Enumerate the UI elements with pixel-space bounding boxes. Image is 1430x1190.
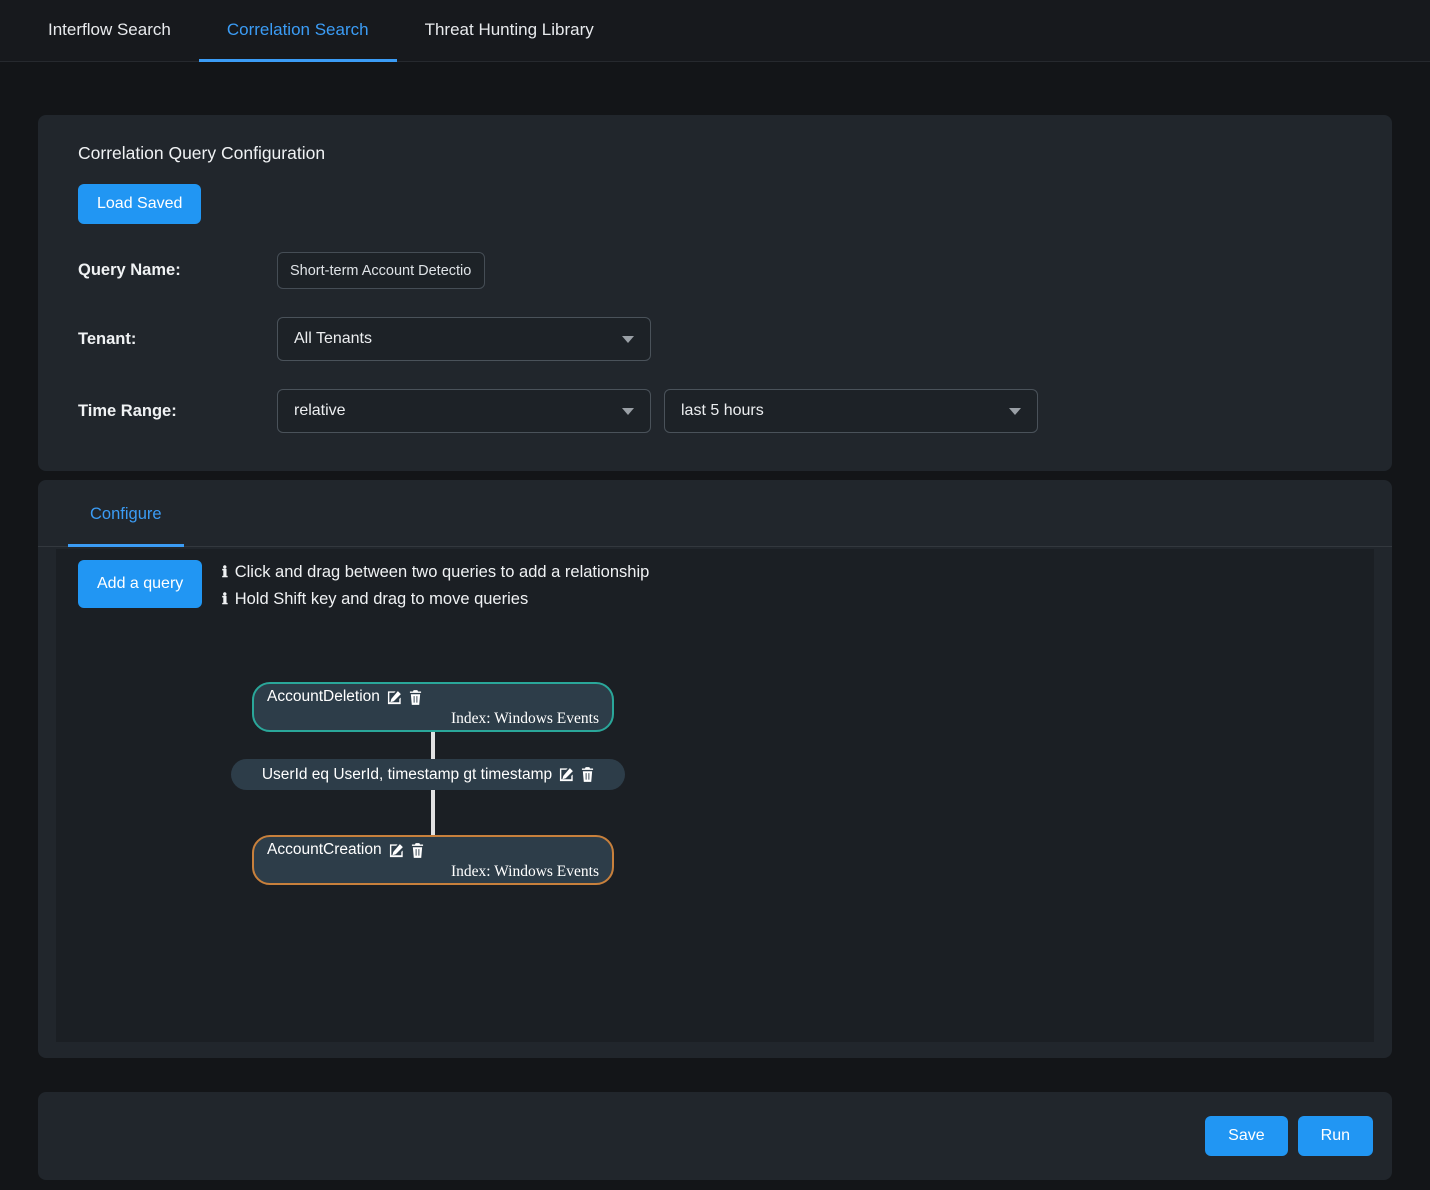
configure-tabrow: Configure: [38, 480, 1392, 547]
query-node-index: Index: Windows Events: [451, 710, 599, 727]
add-query-button[interactable]: Add a query: [78, 560, 202, 608]
time-range-label: Time Range:: [78, 402, 277, 421]
tenant-label: Tenant:: [78, 330, 277, 349]
tab-configure[interactable]: Configure: [68, 480, 184, 547]
trash-icon[interactable]: [409, 690, 422, 705]
relationship-pill[interactable]: UserId eq UserId, timestamp gt timestamp: [231, 759, 625, 790]
query-name-input[interactable]: [277, 252, 485, 289]
footer-actions-panel: Save Run: [38, 1092, 1392, 1180]
edit-icon[interactable]: [559, 767, 574, 782]
tenant-row: Tenant: All Tenants: [78, 317, 1352, 361]
tab-threat-hunting-library[interactable]: Threat Hunting Library: [397, 0, 622, 62]
run-button[interactable]: Run: [1298, 1116, 1373, 1156]
load-saved-button[interactable]: Load Saved: [78, 184, 201, 224]
info-icon: ℹ: [222, 590, 228, 609]
hint-move: ℹ Hold Shift key and drag to move querie…: [222, 586, 649, 613]
chevron-down-icon: [1009, 408, 1021, 415]
chevron-down-icon: [622, 336, 634, 343]
tab-correlation-search[interactable]: Correlation Search: [199, 0, 397, 62]
query-name-label: Query Name:: [78, 261, 277, 280]
query-node-account-creation[interactable]: AccountCreation Index: Windows Events: [252, 835, 614, 885]
query-node-name: AccountDeletion: [267, 688, 380, 706]
info-icon: ℹ: [222, 563, 228, 582]
configure-panel: Configure Add a query ℹ Click and drag b…: [38, 480, 1392, 1058]
tenant-selected-value: All Tenants: [294, 330, 372, 348]
query-name-row: Query Name:: [78, 252, 1352, 289]
time-range-type-value: relative: [294, 402, 346, 420]
time-range-value: last 5 hours: [681, 402, 764, 420]
query-node-index: Index: Windows Events: [451, 863, 599, 880]
trash-icon[interactable]: [411, 843, 424, 858]
panel-title: Correlation Query Configuration: [78, 143, 1352, 164]
hint-text: Hold Shift key and drag to move queries: [235, 590, 529, 609]
time-range-row: Time Range: relative last 5 hours: [78, 389, 1352, 433]
edit-icon[interactable]: [387, 690, 402, 705]
time-range-value-select[interactable]: last 5 hours: [664, 389, 1038, 433]
tenant-select[interactable]: All Tenants: [277, 317, 651, 361]
save-button[interactable]: Save: [1205, 1116, 1287, 1156]
chevron-down-icon: [622, 408, 634, 415]
canvas-hints: ℹ Click and drag between two queries to …: [222, 559, 649, 613]
query-node-name: AccountCreation: [267, 841, 382, 859]
time-range-type-select[interactable]: relative: [277, 389, 651, 433]
edit-icon[interactable]: [389, 843, 404, 858]
relationship-text: UserId eq UserId, timestamp gt timestamp: [262, 766, 552, 784]
query-graph-canvas[interactable]: Add a query ℹ Click and drag between two…: [56, 549, 1374, 1042]
hint-relationship: ℹ Click and drag between two queries to …: [222, 559, 649, 586]
hint-text: Click and drag between two queries to ad…: [235, 563, 650, 582]
trash-icon[interactable]: [581, 767, 594, 782]
tab-interflow-search[interactable]: Interflow Search: [20, 0, 199, 62]
correlation-query-config-panel: Correlation Query Configuration Load Sav…: [38, 115, 1392, 471]
top-nav: Interflow Search Correlation Search Thre…: [0, 0, 1430, 62]
query-node-account-deletion[interactable]: AccountDeletion Index: Windows Events: [252, 682, 614, 732]
